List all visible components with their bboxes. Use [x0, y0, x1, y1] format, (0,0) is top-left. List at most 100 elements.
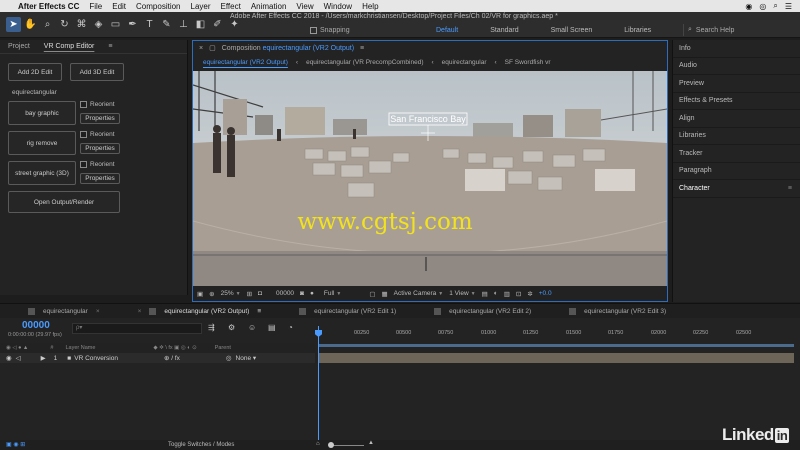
- rectangle-tool-icon[interactable]: ▭: [108, 17, 123, 32]
- checkbox-box[interactable]: [80, 131, 87, 138]
- panel-menu-icon[interactable]: ≡: [788, 185, 792, 192]
- close-icon[interactable]: ×: [199, 45, 203, 52]
- menu-edit[interactable]: Edit: [112, 2, 126, 11]
- creative-cloud-icon[interactable]: ◉: [745, 2, 752, 11]
- workspace-small-screen[interactable]: Small Screen: [535, 27, 609, 34]
- add-3d-edit-button[interactable]: Add 3D Edit: [70, 63, 124, 81]
- current-time-display[interactable]: 00000: [22, 320, 50, 331]
- reorient-checkbox-1[interactable]: Reorient: [80, 101, 115, 108]
- exposure-value[interactable]: +0.0: [539, 290, 552, 297]
- brush-tool-icon[interactable]: ✎: [159, 17, 174, 32]
- always-preview-icon[interactable]: ▣: [197, 290, 203, 298]
- reorient-checkbox-2[interactable]: Reorient: [80, 131, 115, 138]
- selection-tool-icon[interactable]: ➤: [6, 17, 21, 32]
- panel-menu-icon[interactable]: ≡: [257, 308, 261, 315]
- menu-effect[interactable]: Effect: [221, 2, 241, 11]
- workspace-default[interactable]: Default: [420, 27, 474, 34]
- zoom-knob[interactable]: [328, 442, 334, 448]
- menu-file[interactable]: File: [89, 2, 102, 11]
- eraser-tool-icon[interactable]: ◧: [193, 17, 208, 32]
- checkbox-box[interactable]: [80, 161, 87, 168]
- rotate-tool-icon[interactable]: ↻: [57, 17, 72, 32]
- edit-street-graphic-button[interactable]: street graphic (3D): [8, 161, 76, 185]
- properties-button-3[interactable]: Properties: [80, 173, 120, 184]
- resolution-dropdown[interactable]: Full ▼: [324, 290, 341, 297]
- timeline-tab-vr2-edit-3[interactable]: equirectangular (VR2 Edit 3): [541, 304, 676, 318]
- toggle-switches-modes[interactable]: Toggle Switches / Modes: [168, 442, 234, 448]
- zoom-tool-icon[interactable]: ⌕: [40, 17, 55, 32]
- layer-name[interactable]: VR Conversion: [74, 355, 118, 362]
- current-time-field[interactable]: 00000: [276, 290, 294, 297]
- search-help-field[interactable]: ⌕ Search Help: [683, 24, 795, 36]
- roto-brush-tool-icon[interactable]: ✐: [210, 17, 225, 32]
- properties-button-2[interactable]: Properties: [80, 143, 120, 154]
- fast-previews-icon[interactable]: ◐: [494, 290, 498, 297]
- snapping-checkbox[interactable]: [310, 27, 317, 34]
- zoom-in-icon[interactable]: ▲: [368, 440, 374, 446]
- hand-tool-icon[interactable]: ✋: [23, 17, 38, 32]
- menu-composition[interactable]: Composition: [136, 2, 180, 11]
- work-area-bar[interactable]: [318, 344, 794, 347]
- camera-tool-icon[interactable]: ⌘: [74, 17, 89, 32]
- toggle-mask-icon[interactable]: ⊕: [209, 290, 214, 298]
- time-ruler[interactable]: 00250 00500 00750 01000 01250 01500 0175…: [318, 326, 796, 340]
- timeline-search-input[interactable]: ρ▾: [72, 323, 202, 334]
- layer-duration-bar[interactable]: [318, 353, 794, 363]
- open-output-render-button[interactable]: Open Output/Render: [8, 191, 120, 213]
- close-icon[interactable]: ×: [138, 308, 142, 315]
- menu-view[interactable]: View: [296, 2, 313, 11]
- pixel-aspect-icon[interactable]: ▤: [482, 290, 488, 298]
- close-icon[interactable]: ×: [96, 308, 100, 315]
- breadcrumb-precomp[interactable]: equirectangular (VR PrecompCombined): [306, 59, 423, 66]
- menu-window[interactable]: Window: [324, 2, 352, 11]
- panel-effects-presets[interactable]: Effects & Presets: [673, 93, 800, 110]
- pan-behind-tool-icon[interactable]: ◈: [91, 17, 106, 32]
- panel-menu-icon[interactable]: ≡: [360, 45, 364, 52]
- notification-center-icon[interactable]: ☰: [785, 2, 792, 11]
- siri-icon[interactable]: ◎: [759, 2, 766, 11]
- motion-blur-icon[interactable]: ◔: [288, 323, 293, 332]
- camera-dropdown[interactable]: Active Camera ▼: [394, 290, 444, 297]
- spotlight-icon[interactable]: ⌕: [773, 1, 777, 11]
- edit-rig-remove-button[interactable]: rig remove: [8, 131, 76, 155]
- add-2d-edit-button[interactable]: Add 2D Edit: [8, 63, 62, 81]
- layer-switches[interactable]: ⊕ / fx: [164, 354, 180, 362]
- pickwhip-icon[interactable]: ◎: [226, 354, 232, 362]
- clone-stamp-tool-icon[interactable]: ⊥: [176, 17, 191, 32]
- choose-grid-icon[interactable]: ⊞: [247, 290, 252, 298]
- panel-audio[interactable]: Audio: [673, 58, 800, 75]
- tab-vr-comp-editor[interactable]: VR Comp Editor: [44, 43, 95, 50]
- panel-preview[interactable]: Preview: [673, 75, 800, 93]
- lock-icon[interactable]: ▢: [209, 44, 216, 52]
- checkbox-box[interactable]: [80, 101, 87, 108]
- properties-button-1[interactable]: Properties: [80, 113, 120, 124]
- expand-arrow-icon[interactable]: ▶: [41, 354, 46, 362]
- tab-project[interactable]: Project: [8, 43, 30, 50]
- shy-icon[interactable]: ☺: [248, 323, 256, 332]
- breadcrumb-vr2-output[interactable]: equirectangular (VR2 Output): [203, 59, 288, 66]
- timeline-tab-vr2-output[interactable]: × equirectangular (VR2 Output) ≡: [110, 304, 272, 318]
- panel-align[interactable]: Align: [673, 110, 800, 128]
- timeline-icon[interactable]: ▥: [504, 290, 510, 298]
- transparency-grid-icon[interactable]: ▦: [382, 290, 388, 298]
- panel-libraries[interactable]: Libraries: [673, 128, 800, 145]
- workspace-libraries[interactable]: Libraries: [608, 27, 667, 34]
- frame-blending-icon[interactable]: ▤: [268, 323, 276, 332]
- timeline-tab-vr2-edit-1[interactable]: equirectangular (VR2 Edit 1): [271, 304, 406, 318]
- composition-viewer[interactable]: San Francisco Bay www.cgtsj.com: [193, 71, 667, 286]
- region-icon[interactable]: ◘: [258, 290, 262, 297]
- breadcrumb-equirectangular[interactable]: equirectangular: [442, 59, 487, 66]
- pen-tool-icon[interactable]: ✒: [125, 17, 140, 32]
- panel-menu-icon[interactable]: ≡: [108, 43, 112, 50]
- panel-character[interactable]: Character ≡: [673, 180, 800, 198]
- zoom-slider[interactable]: [330, 445, 364, 446]
- layer-row[interactable]: ◉ ◁ ▶ 1 ■ VR Conversion ⊕ / fx ◎ None ▾: [0, 353, 315, 363]
- panel-tracker[interactable]: Tracker: [673, 145, 800, 163]
- menu-help[interactable]: Help: [362, 2, 378, 11]
- timeline-tab-equirectangular[interactable]: equirectangular ×: [0, 304, 110, 318]
- audio-icon[interactable]: ◁: [16, 354, 21, 362]
- draft-3d-icon[interactable]: ⚙: [228, 323, 235, 332]
- exposure-icon[interactable]: ✲: [527, 290, 532, 298]
- comp-flowchart-icon[interactable]: ⇶: [208, 323, 215, 332]
- workspace-standard[interactable]: Standard: [474, 27, 534, 34]
